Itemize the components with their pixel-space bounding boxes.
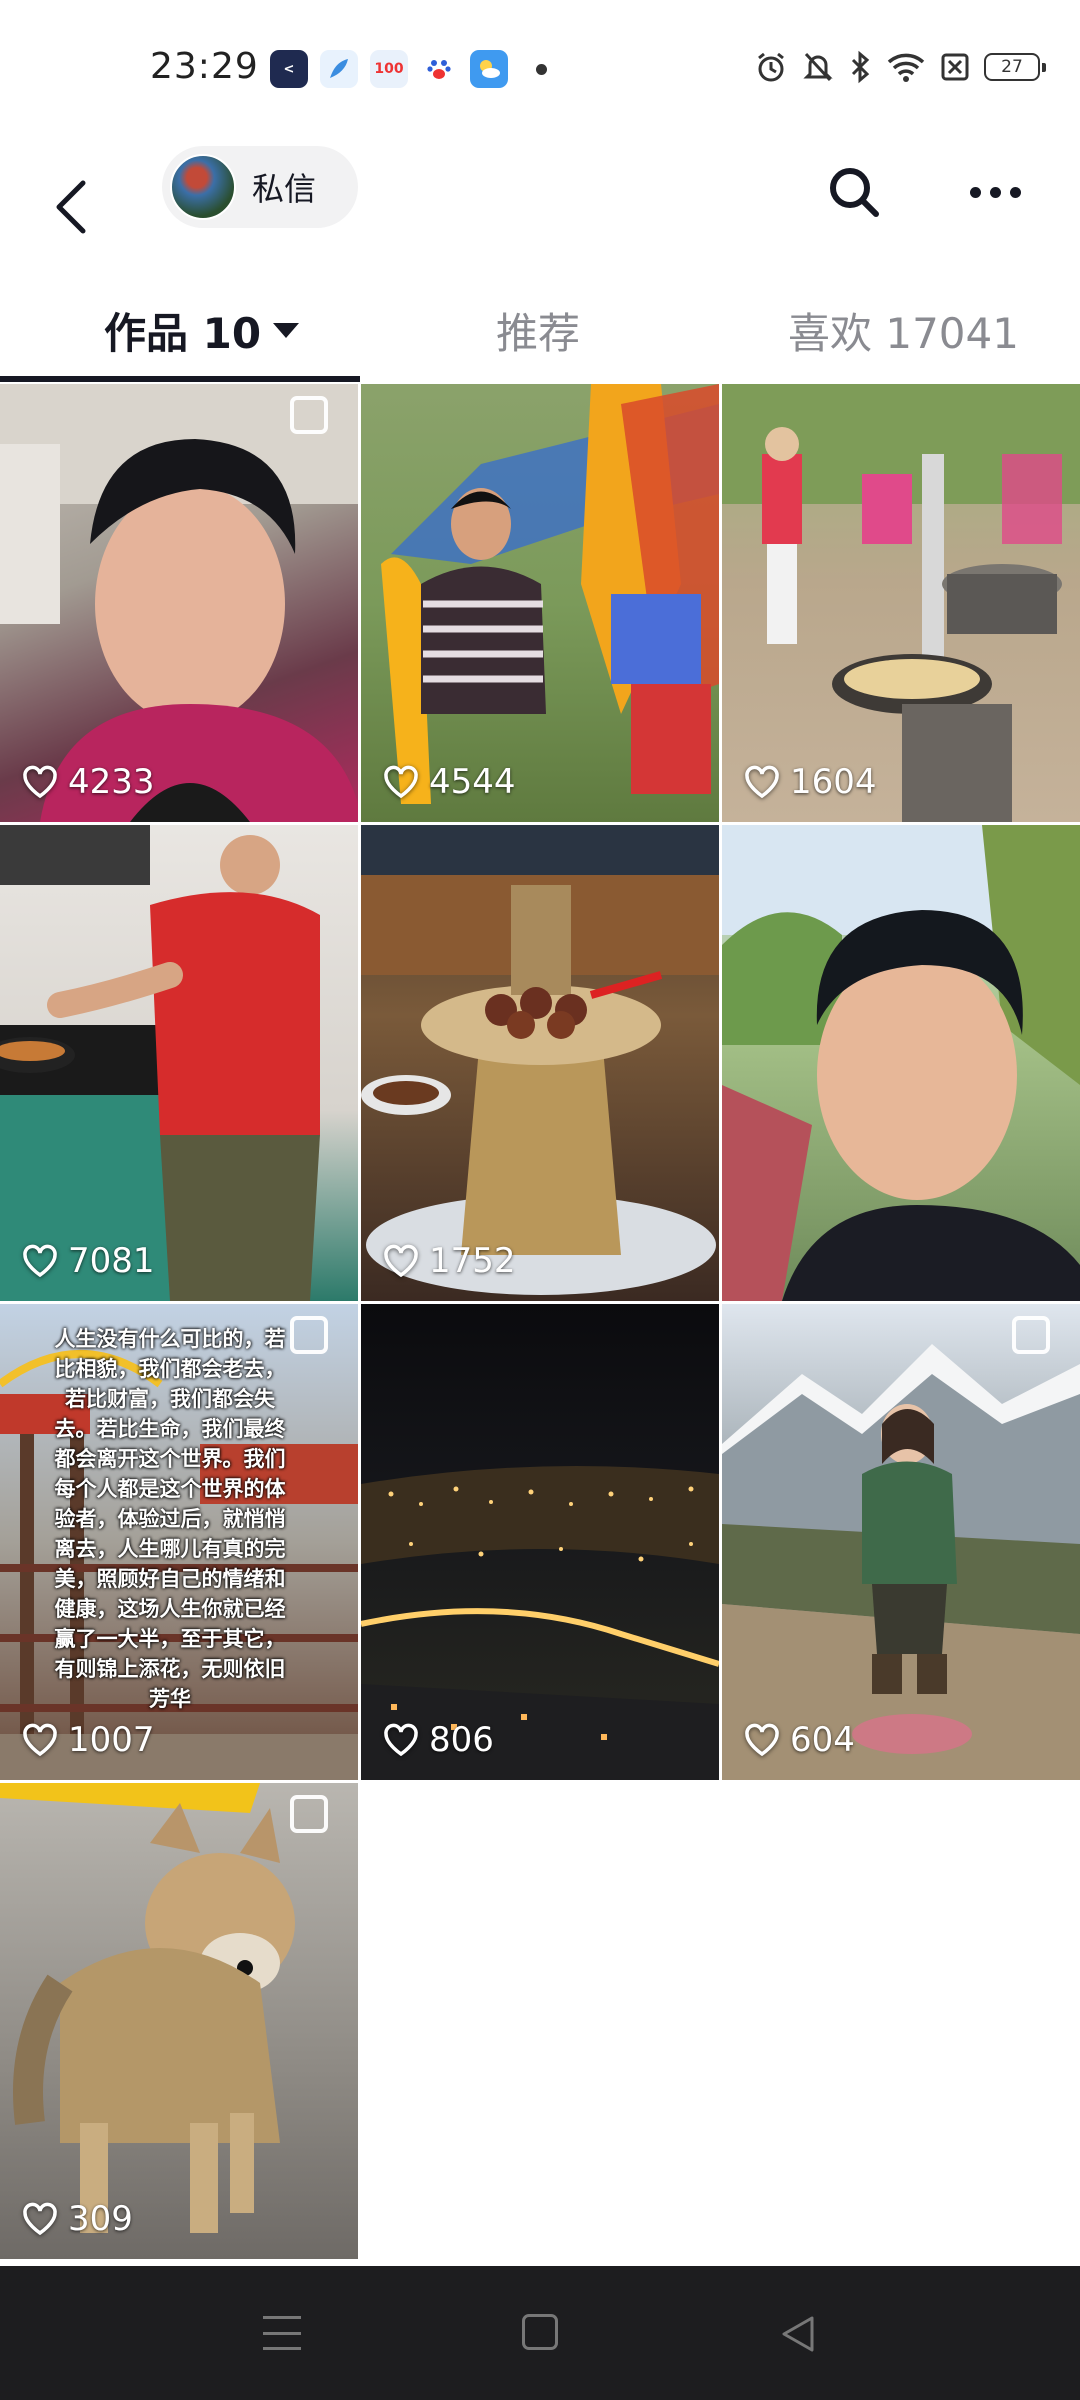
nav-back-icon[interactable] [780, 2314, 816, 2354]
like-count-value: 309 [68, 2199, 133, 2239]
active-tab-indicator [0, 376, 360, 382]
thumbnail-image [0, 1783, 295, 2233]
post-thumbnail[interactable]: 309 [0, 1783, 358, 2259]
back-button[interactable] [40, 162, 100, 252]
like-count-value: 4544 [429, 762, 516, 802]
more-dot-icon [1009, 186, 1021, 198]
tab-recommend[interactable]: 推荐 [496, 300, 580, 360]
menu-line [263, 2316, 301, 2319]
thumbnail-image [381, 384, 719, 804]
tab-likes[interactable]: 喜欢 17041 [788, 300, 1019, 360]
hundred-app-icon: 100 [370, 50, 408, 88]
like-count: 309 [22, 2199, 133, 2239]
system-nav-bar [0, 2266, 1080, 2400]
profile-tabs: 作品 10 推荐 喜欢 17041 [0, 280, 1080, 380]
menu-line [263, 2347, 301, 2350]
post-thumbnail[interactable] [722, 825, 1080, 1301]
avatar [170, 154, 236, 220]
post-thumbnail[interactable]: 4233 [0, 384, 358, 822]
more-options-button[interactable] [960, 160, 1030, 224]
feather-app-icon [320, 50, 358, 88]
post-thumbnail[interactable]: 4544 [361, 384, 719, 822]
like-count: 4544 [383, 762, 516, 802]
heart-icon [384, 765, 418, 799]
status-time: 23:29 [150, 46, 259, 87]
heart-icon [23, 1723, 57, 1757]
like-count-value: 7081 [68, 1241, 155, 1281]
private-message-button[interactable]: 私信 [162, 146, 358, 228]
like-count-value: 4233 [68, 762, 155, 802]
status-bar: 23:29 < 100 27 [0, 0, 1080, 140]
like-count-value: 806 [429, 1720, 494, 1760]
sim-off-icon [941, 53, 969, 81]
like-count: 7081 [22, 1241, 155, 1281]
search-button[interactable] [822, 160, 886, 224]
heart-icon [23, 2202, 57, 2236]
menu-line [263, 2331, 301, 2335]
thumbnail-image [361, 825, 719, 1295]
multi-image-icon [1012, 1316, 1050, 1354]
weather-app-icon [470, 50, 508, 88]
like-count: 604 [744, 1720, 855, 1760]
like-count: 1604 [744, 762, 877, 802]
tab-works[interactable]: 作品 10 [104, 300, 300, 360]
thumbnail-image [722, 825, 1080, 1301]
post-thumbnail[interactable]: 1752 [361, 825, 719, 1301]
alarm-icon [758, 52, 784, 82]
post-thumbnail[interactable]: 人生没有什么可比的，若比相貌，我们都会老去，若比财富，我们都会失去。若比生命，我… [0, 1304, 358, 1780]
multi-image-icon [290, 1795, 328, 1833]
profile-header: 私信 [0, 140, 1080, 280]
multi-image-icon [290, 396, 328, 434]
like-count-value: 1007 [68, 1720, 155, 1760]
heart-icon [384, 1723, 418, 1757]
thumbnail-image [722, 384, 1080, 822]
like-count-value: 604 [790, 1720, 855, 1760]
thumbnail-image [0, 825, 320, 1301]
system-icons: 27 [754, 50, 1046, 84]
home-button[interactable] [522, 2314, 558, 2350]
paw-app-icon [420, 50, 458, 88]
like-count: 1752 [383, 1241, 516, 1281]
private-message-label: 私信 [252, 170, 317, 208]
caret-down-icon [273, 322, 300, 338]
recents-button[interactable] [263, 2316, 301, 2350]
more-notifications-dot [536, 63, 547, 75]
more-dot-icon [989, 186, 1001, 198]
post-thumbnail[interactable]: 604 [722, 1304, 1080, 1780]
wifi-icon [887, 53, 925, 82]
heart-icon [23, 765, 57, 799]
battery-indicator: 27 [984, 53, 1046, 81]
heart-icon [745, 765, 779, 799]
like-count: 1007 [22, 1720, 155, 1760]
search-icon [830, 168, 879, 217]
mute-bell-icon [803, 52, 833, 82]
like-count-value: 1604 [790, 762, 877, 802]
like-count: 806 [383, 1720, 494, 1760]
post-thumbnail[interactable]: 806 [361, 1304, 719, 1780]
notification-icons: < 100 [270, 50, 547, 88]
like-count: 4233 [22, 762, 155, 802]
tab-works-label: 作品 10 [104, 308, 262, 358]
multi-image-icon [290, 1316, 328, 1354]
chevron-app-icon: < [270, 50, 308, 88]
thumbnail-image [0, 384, 358, 822]
back-arrow-icon [56, 180, 86, 234]
like-count-value: 1752 [429, 1241, 516, 1281]
thumbnail-image [361, 1466, 719, 1780]
heart-icon [745, 1723, 779, 1757]
more-dot-icon [969, 186, 981, 198]
post-caption-overlay: 人生没有什么可比的，若比相貌，我们都会老去，若比财富，我们都会失去。若比生命，我… [54, 1327, 286, 1711]
post-thumbnail[interactable]: 7081 [0, 825, 358, 1301]
heart-icon [384, 1244, 418, 1278]
heart-icon [23, 1244, 57, 1278]
bluetooth-icon [851, 50, 870, 84]
post-thumbnail[interactable]: 1604 [722, 384, 1080, 822]
thumbnail-image [722, 1344, 1080, 1780]
